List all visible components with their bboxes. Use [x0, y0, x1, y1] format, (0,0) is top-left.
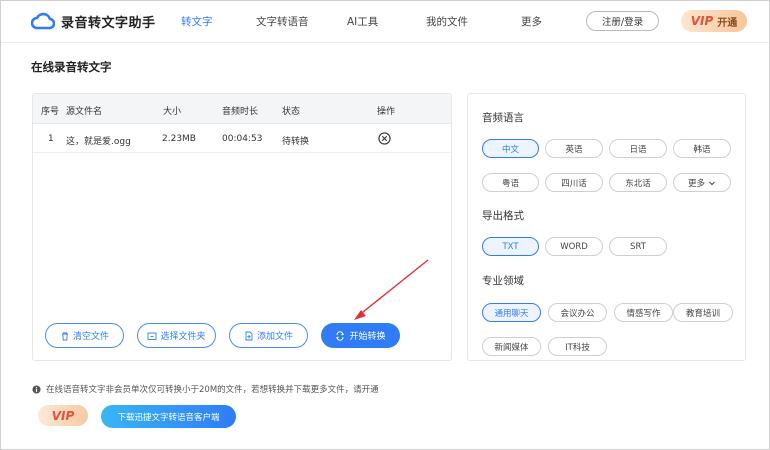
lang-chinese[interactable]: 中文: [482, 139, 539, 158]
download-client-button[interactable]: 下载迅捷文字转语音客户端: [101, 405, 236, 428]
col-index: 序号: [41, 107, 60, 117]
member-notice: 在线语音转文字非会员单次仅可转换小于20M的文件，若想转换并下载更多文件，请开通: [32, 383, 379, 395]
domain-news-media[interactable]: 新闻媒体: [482, 337, 541, 356]
table-header: 序号 源文件名 大小 音频时长 状态 操作: [33, 94, 451, 124]
row-duration: 00:04:53: [222, 134, 263, 144]
export-format-label: 导出格式: [482, 210, 524, 222]
col-filename: 源文件名: [66, 107, 103, 117]
info-icon: [32, 384, 41, 394]
cloud-logo-icon: [31, 12, 55, 30]
choose-folder-button[interactable]: 选择文件夹: [137, 323, 216, 348]
domain-meeting-office[interactable]: 会议办公: [548, 303, 607, 322]
lang-northeastern[interactable]: 东北话: [609, 173, 667, 192]
row-divider: [33, 152, 451, 153]
chevron-down-icon: [709, 181, 715, 185]
options-panel: 音频语言 中文 英语 日语 韩语 粤语 四川话 东北话 更多 导出格式 TXT …: [467, 93, 746, 361]
col-status: 状态: [282, 107, 301, 117]
format-word[interactable]: WORD: [545, 237, 603, 256]
col-action: 操作: [377, 107, 396, 117]
row-size: 2.23MB: [162, 134, 196, 144]
domain-emotional-writing[interactable]: 情感写作: [614, 303, 673, 322]
trash-icon: [61, 331, 68, 340]
vip-badge[interactable]: VIP: [38, 405, 88, 426]
domain-it-tech[interactable]: IT科技: [548, 337, 607, 356]
lang-more-dropdown[interactable]: 更多: [673, 173, 731, 192]
add-file-icon: [245, 331, 253, 340]
folder-icon: [148, 332, 157, 340]
lang-english[interactable]: 英语: [545, 139, 603, 158]
top-header: 录音转文字助手 转文字 文字转语音 AI工具 我的文件 更多 注册/登录 VIP…: [1, 1, 769, 43]
start-convert-button[interactable]: 开始转换: [321, 323, 400, 348]
format-txt[interactable]: TXT: [482, 237, 539, 256]
start-convert-label: 开始转换: [349, 332, 386, 342]
lang-korean[interactable]: 韩语: [673, 139, 731, 158]
lang-more-label: 更多: [687, 178, 705, 189]
app-logo[interactable]: 录音转文字助手: [31, 11, 156, 31]
clear-files-button[interactable]: 清空文件: [45, 323, 124, 348]
choose-folder-label: 选择文件夹: [160, 332, 206, 342]
add-file-label: 添加文件: [256, 332, 293, 342]
nav-speech-to-text[interactable]: 转文字: [181, 14, 213, 29]
vip-logo: VIP: [690, 14, 714, 28]
audio-language-label: 音频语言: [482, 112, 524, 124]
col-duration: 音频时长: [222, 107, 259, 117]
vip-activate-label: 开通: [717, 17, 738, 29]
vip-activate-button[interactable]: VIP 开通: [681, 10, 747, 32]
add-file-button[interactable]: 添加文件: [229, 323, 308, 348]
row-status: 待转换: [282, 137, 310, 147]
page-title: 在线录音转文字: [31, 60, 112, 74]
clear-files-label: 清空文件: [72, 332, 109, 342]
login-button[interactable]: 注册/登录: [586, 11, 659, 31]
remove-file-icon[interactable]: [378, 132, 391, 145]
col-size: 大小: [163, 107, 182, 117]
row-filename: 这，就是爱.ogg: [66, 137, 131, 147]
notice-text: 在线语音转文字非会员单次仅可转换小于20M的文件，若想转换并下载更多文件，请开通: [46, 385, 379, 395]
domain-label: 专业领域: [482, 275, 524, 287]
nav-my-files[interactable]: 我的文件: [426, 14, 468, 29]
lang-japanese[interactable]: 日语: [609, 139, 667, 158]
row-index: 1: [48, 134, 54, 144]
nav-text-to-speech[interactable]: 文字转语音: [256, 14, 309, 29]
format-srt[interactable]: SRT: [609, 237, 667, 256]
nav-more[interactable]: 更多: [521, 14, 542, 29]
domain-general-chat[interactable]: 通用聊天: [482, 303, 541, 322]
convert-icon: [336, 330, 345, 341]
annotation-arrow-icon: [354, 259, 429, 320]
domain-education[interactable]: 教育培训: [673, 303, 733, 322]
lang-sichuanese[interactable]: 四川话: [545, 173, 603, 192]
app-title: 录音转文字助手: [61, 15, 156, 31]
nav-ai-tools[interactable]: AI工具: [347, 14, 378, 29]
lang-cantonese[interactable]: 粤语: [482, 173, 539, 192]
